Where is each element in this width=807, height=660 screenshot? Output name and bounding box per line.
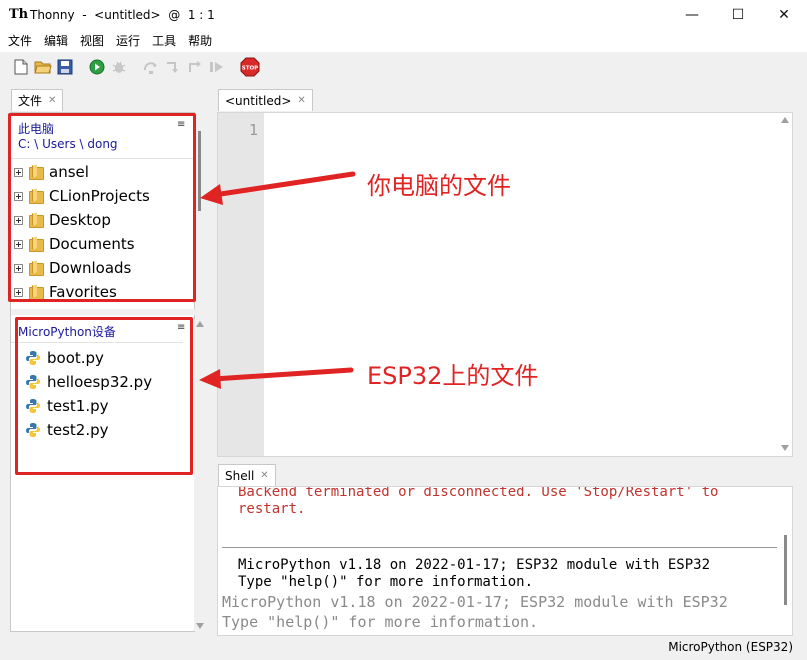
annotation-computer-files: 你电脑的文件 (367, 172, 511, 200)
title-bar: Th Thonny - <untitled> @ 1 : 1 — ☐ ✕ (0, 0, 807, 30)
shell-tab-row: Shell ✕ (218, 464, 276, 486)
close-button[interactable]: ✕ (761, 0, 807, 30)
scroll-up-icon[interactable] (196, 321, 204, 327)
annotation-box-computer (8, 113, 196, 302)
files-tab-row: 文件 ✕ (11, 89, 64, 111)
shell-separator (222, 547, 777, 548)
annotation-box-device (15, 317, 193, 475)
close-icon[interactable]: ✕ (48, 91, 56, 111)
thonny-logo-icon: Th (9, 7, 29, 22)
tab-files-label: 文件 (18, 93, 43, 108)
shell-output-line: MicroPython v1.18 on 2022-01-17; ESP32 m… (222, 593, 728, 611)
shell-scrollbar[interactable] (784, 535, 787, 605)
scroll-up-icon[interactable] (781, 117, 789, 123)
editor-tab-row: <untitled> ✕ (218, 89, 313, 111)
shell-banner-line: MicroPython v1.18 on 2022-01-17; ESP32 m… (238, 557, 711, 573)
window-title: Thonny - <untitled> @ 1 : 1 (30, 8, 215, 22)
tab-shell[interactable]: Shell ✕ (218, 464, 276, 486)
toolbar: STOP (0, 52, 807, 82)
annotation-esp32-files: ESP32上的文件 (367, 362, 539, 390)
step-over-icon[interactable] (142, 58, 160, 76)
status-bar: MicroPython (ESP32) (0, 636, 807, 660)
stop-icon[interactable]: STOP (240, 57, 260, 77)
step-out-icon[interactable] (186, 58, 204, 76)
editor-scrollbar[interactable] (778, 113, 793, 456)
scroll-down-icon[interactable] (196, 623, 204, 629)
shell-error-line: restart. (238, 501, 306, 517)
menu-file[interactable]: 文件 (2, 30, 38, 52)
menu-run[interactable]: 运行 (110, 30, 146, 52)
new-file-icon[interactable] (12, 58, 30, 76)
annotation-arrow-computer (200, 171, 356, 205)
shell-console[interactable]: Backend terminated or disconnected. Use … (217, 486, 793, 636)
debug-icon[interactable] (110, 58, 128, 76)
menu-edit[interactable]: 编辑 (38, 30, 74, 52)
maximize-button[interactable]: ☐ (715, 0, 761, 30)
tab-files[interactable]: 文件 ✕ (11, 89, 64, 111)
annotation-arrow-device (199, 367, 354, 389)
interpreter-status[interactable]: MicroPython (ESP32) (668, 640, 793, 654)
run-icon[interactable] (88, 58, 106, 76)
shell-output-line: Type "help()" for more information. (222, 613, 539, 631)
scroll-down-icon[interactable] (781, 445, 789, 451)
save-icon[interactable] (56, 58, 74, 76)
section-splitter[interactable] (11, 309, 196, 315)
menu-help[interactable]: 帮助 (182, 30, 218, 52)
resume-icon[interactable] (208, 58, 226, 76)
stop-label: STOP (242, 66, 258, 72)
shell-error-line: Backend terminated or disconnected. Use … (238, 486, 719, 500)
code-editor[interactable]: 1 (217, 112, 793, 457)
close-icon[interactable]: ✕ (297, 91, 305, 111)
minimize-button[interactable]: — (669, 0, 715, 30)
menu-view[interactable]: 视图 (74, 30, 110, 52)
tab-untitled[interactable]: <untitled> ✕ (218, 89, 313, 111)
tab-untitled-label: <untitled> (225, 93, 292, 108)
open-folder-icon[interactable] (34, 58, 52, 76)
line-number: 1 (248, 121, 258, 139)
shell-banner-line: Type "help()" for more information. (238, 574, 534, 590)
menu-bar: 文件 编辑 视图 运行 工具 帮助 (0, 30, 807, 52)
close-icon[interactable]: ✕ (260, 466, 268, 486)
tab-shell-label: Shell (225, 468, 255, 483)
menu-tools[interactable]: 工具 (146, 30, 182, 52)
step-into-icon[interactable] (164, 58, 182, 76)
